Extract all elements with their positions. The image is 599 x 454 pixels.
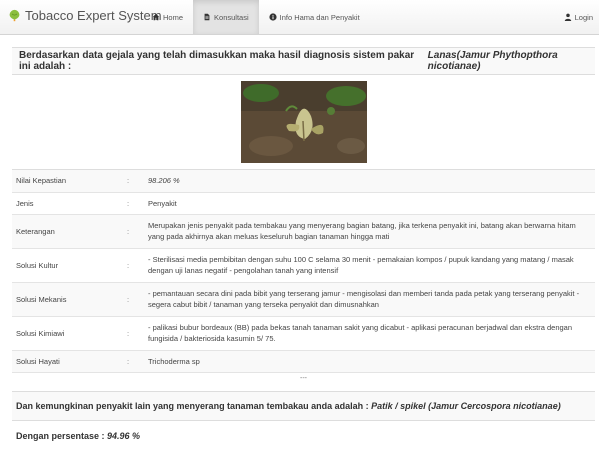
row-label: Solusi Mekanis xyxy=(12,282,123,317)
row-separator: : xyxy=(123,282,144,317)
row-separator: : xyxy=(123,170,144,193)
row-separator: : xyxy=(123,214,144,249)
nav-info[interactable]: Info Hama dan Penyakit xyxy=(259,0,370,34)
row-separator: : xyxy=(123,192,144,215)
row-value: - pemantauan secara dini pada bibit yang… xyxy=(144,282,595,317)
user-icon xyxy=(564,13,571,21)
percentage-line: Dengan persentase : 94.96 % xyxy=(12,431,595,441)
content: Berdasarkan data gejala yang telah dimas… xyxy=(12,47,595,441)
row-label: Jenis xyxy=(12,192,123,215)
row-separator: : xyxy=(123,350,144,373)
image-container xyxy=(12,75,595,170)
table-row: Solusi Mekanis : - pemantauan secara din… xyxy=(12,282,595,317)
login-link[interactable]: Login xyxy=(564,0,593,34)
diagnosis-table: Nilai Kepastian : 98.206 % Jenis : Penya… xyxy=(12,170,595,373)
table-row: Solusi Kultur : - Sterilisasi media pemb… xyxy=(12,248,595,283)
home-icon xyxy=(152,13,160,21)
leaf-icon xyxy=(9,9,20,22)
nav-info-label: Info Hama dan Penyakit xyxy=(279,12,360,22)
info-icon xyxy=(269,13,277,21)
section-divider: --- xyxy=(300,374,307,382)
brand[interactable]: Tobacco Expert System xyxy=(8,8,162,23)
login-label: Login xyxy=(574,12,593,22)
table-row: Nilai Kepastian : 98.206 % xyxy=(12,170,595,193)
alternative-prefix: Dan kemungkinan penyakit lain yang menye… xyxy=(16,400,369,411)
row-value: Merupakan jenis penyakit pada tembakau y… xyxy=(144,214,595,249)
nav-menu: Home Konsultasi Info Hama dan Penyakit xyxy=(142,0,370,34)
document-icon xyxy=(204,13,210,21)
row-separator: : xyxy=(123,316,144,351)
row-value: 98.206 % xyxy=(144,170,595,193)
table-row: Solusi Kimiawi : - palikasi bubur bordea… xyxy=(12,316,595,351)
nav-konsultasi-label: Konsultasi xyxy=(214,12,249,22)
row-label: Solusi Kultur xyxy=(12,248,123,283)
row-value: - palikasi bubur bordeaux (BB) pada beka… xyxy=(144,316,595,351)
percentage-label: Dengan persentase : xyxy=(16,430,108,441)
row-value: Trichoderma sp xyxy=(144,350,595,373)
row-label: Keterangan xyxy=(12,214,123,249)
diagnosis-result: Berdasarkan data gejala yang telah dimas… xyxy=(12,47,595,75)
row-label: Nilai Kepastian xyxy=(12,170,123,193)
table-row: Keterangan : Merupakan jenis penyakit pa… xyxy=(12,214,595,249)
navbar: Tobacco Expert System Home Konsultasi In… xyxy=(0,0,599,35)
table-row: Solusi Hayati : Trichoderma sp xyxy=(12,350,595,373)
alternative-diagnosis: Dan kemungkinan penyakit lain yang menye… xyxy=(12,390,595,421)
row-label: Solusi Kimiawi xyxy=(12,316,123,351)
row-label: Solusi Hayati xyxy=(12,350,123,373)
row-value: - Sterilisasi media pembibitan dengan su… xyxy=(144,248,595,283)
result-prefix: Berdasarkan data gejala yang telah dimas… xyxy=(19,50,415,72)
row-separator: : xyxy=(123,248,144,283)
nav-home[interactable]: Home xyxy=(142,0,193,34)
nav-home-label: Home xyxy=(163,12,184,22)
row-value: Penyakit xyxy=(144,192,595,215)
diseased-plant-image xyxy=(240,81,367,163)
result-disease: Lanas(Jamur Phythopthora nicotianae) xyxy=(427,50,558,72)
nav-konsultasi[interactable]: Konsultasi xyxy=(193,0,259,34)
alternative-disease: Patik / spikel (Jamur Cercospora nicotia… xyxy=(371,400,561,411)
percentage-value: 94.96 % xyxy=(107,430,141,441)
table-row: Jenis : Penyakit xyxy=(12,192,595,215)
